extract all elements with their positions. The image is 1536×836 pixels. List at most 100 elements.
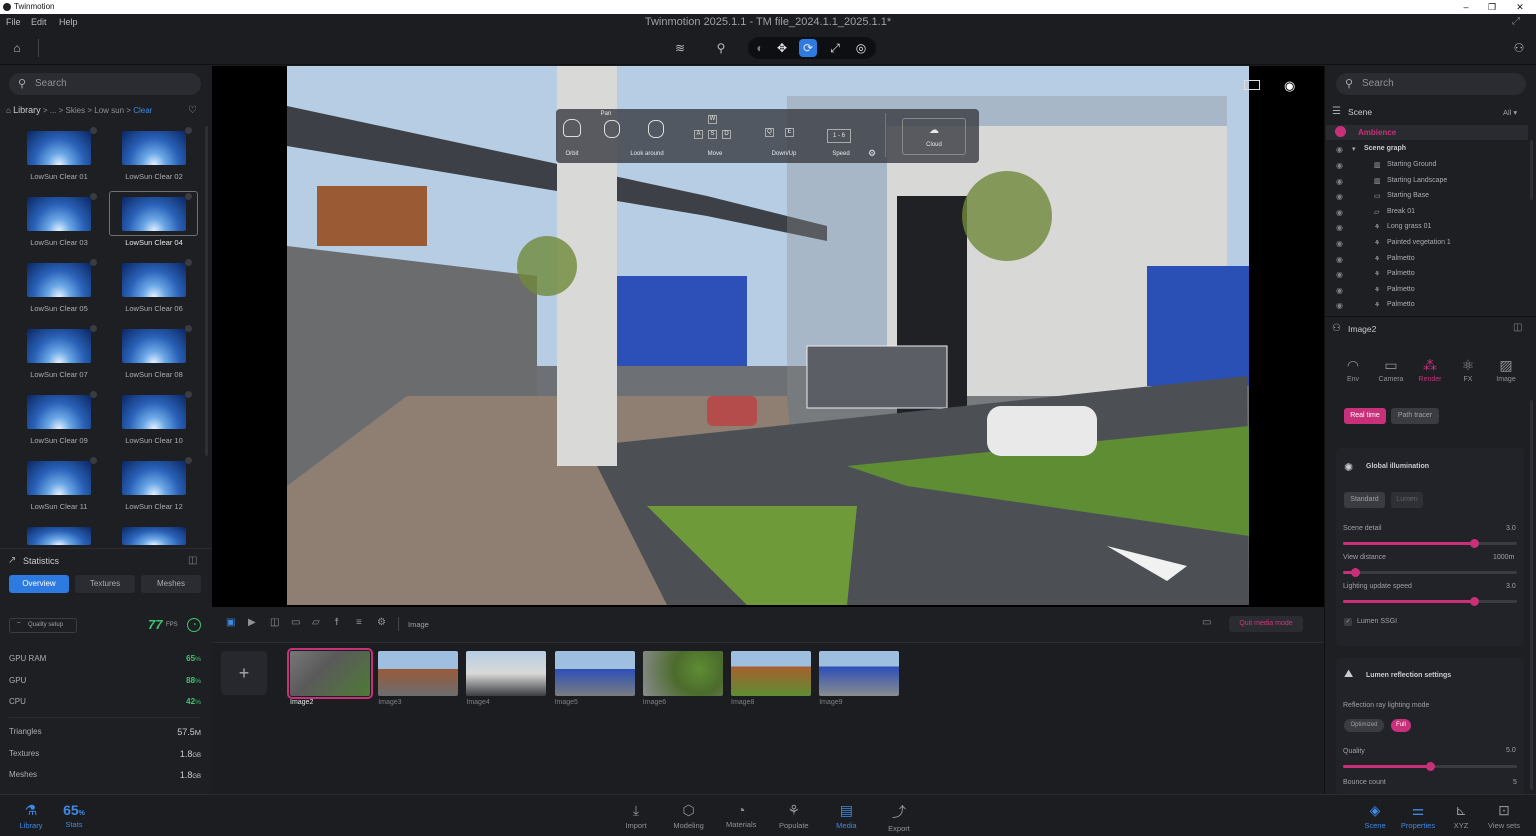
scene-item[interactable]: Palmetto (1387, 270, 1415, 277)
quit-media-mode-button[interactable]: Quit media mode (1229, 616, 1303, 632)
phasing-icon[interactable]: ▭ (291, 617, 300, 628)
visibility-eye-icon[interactable]: ◉ (1336, 270, 1343, 279)
quality-slider[interactable] (1343, 762, 1517, 771)
scene-detail-slider[interactable] (1343, 539, 1517, 548)
bottom-stats[interactable]: 65% Stats (49, 802, 99, 829)
breadcrumb-ellipsis[interactable]: ... (50, 106, 57, 115)
presentation-icon[interactable]: ▱ (312, 617, 320, 628)
person-icon[interactable]: ☨ (334, 617, 339, 628)
sky-thumbnail[interactable] (27, 329, 91, 363)
scene-search-input[interactable]: ⚲ Search (1336, 73, 1526, 95)
orbit-icon[interactable]: ⟳ (799, 39, 817, 57)
move-icon[interactable]: ✥ (773, 39, 791, 57)
gi-standard-button[interactable]: Standard (1344, 492, 1385, 508)
scene-item[interactable]: Starting Base (1387, 192, 1429, 199)
realtime-button[interactable]: Real time (1344, 408, 1386, 424)
favorite-dot-icon[interactable] (185, 325, 192, 332)
favorite-dot-icon[interactable] (90, 259, 97, 266)
bottom-populate[interactable]: ⚘ Populate (769, 802, 819, 830)
expand-icon[interactable]: ⤢ (1512, 16, 1520, 27)
bottom-import[interactable]: ⤓ Import (611, 802, 661, 830)
sky-thumbnail[interactable] (122, 263, 186, 297)
media-thumbnail[interactable] (642, 651, 723, 696)
visibility-eye-icon[interactable]: ◉ (1336, 208, 1343, 217)
sky-thumbnail[interactable] (27, 131, 91, 165)
favorite-dot-icon[interactable] (90, 325, 97, 332)
maximize-icon[interactable]: ❐ (1482, 0, 1502, 14)
close-icon[interactable]: ✕ (1510, 0, 1530, 14)
visibility-eye-icon[interactable]: ◉ (1336, 239, 1343, 248)
gear-icon[interactable]: ⚙ (868, 148, 876, 159)
favorite-dot-icon[interactable] (90, 391, 97, 398)
favorite-dot-icon[interactable] (185, 457, 192, 464)
sky-thumbnail[interactable] (122, 395, 186, 429)
breadcrumb-clear[interactable]: Clear (133, 106, 152, 115)
panel-toggle-icon[interactable]: ◫ (1513, 322, 1522, 333)
sky-thumbnail[interactable] (122, 461, 186, 495)
bottom-media[interactable]: ▤ Media (821, 802, 871, 830)
tab-render[interactable]: ⁂ Render (1413, 357, 1447, 383)
scene-item[interactable]: Starting Ground (1387, 161, 1436, 168)
image-mode-icon[interactable]: ▣ (226, 617, 235, 628)
scene-item[interactable]: Painted vegetation 1 (1387, 239, 1451, 246)
favorite-dot-icon[interactable] (90, 457, 97, 464)
bottom-export[interactable]: ⤴ Export (874, 802, 924, 833)
sky-thumbnail[interactable] (122, 197, 186, 231)
eye-icon[interactable]: ◉ (1284, 78, 1295, 94)
visibility-eye-icon[interactable]: ◉ (1336, 192, 1343, 201)
sky-thumbnail[interactable] (27, 395, 91, 429)
media-thumbnail[interactable] (287, 648, 373, 699)
media-thumbnail[interactable] (731, 651, 811, 696)
tab-textures[interactable]: Textures (75, 575, 135, 593)
breadcrumb-low-sun[interactable]: Low sun (94, 106, 124, 115)
favorite-icon[interactable]: ♡ (188, 105, 197, 116)
scene-scrollbar[interactable] (1530, 140, 1533, 200)
tab-env[interactable]: ◠ Env (1336, 357, 1370, 383)
sky-thumbnail[interactable] (122, 131, 186, 165)
favorite-dot-icon[interactable] (185, 391, 192, 398)
video-icon[interactable]: ▶ (248, 617, 256, 628)
ray-full-button[interactable]: Full (1391, 719, 1411, 732)
media-thumbnail[interactable] (554, 651, 635, 696)
sky-thumbnail[interactable] (27, 527, 91, 545)
settings-icon[interactable]: ⚙ (377, 617, 386, 628)
lighting-speed-slider[interactable] (1343, 597, 1517, 606)
scene-item[interactable]: Palmetto (1387, 286, 1415, 293)
tab-overview[interactable]: Overview (9, 575, 69, 593)
ssgi-checkbox[interactable]: ✓ (1344, 618, 1352, 626)
gi-lumen-button[interactable]: Lumen (1391, 492, 1423, 508)
minimize-icon[interactable]: – (1456, 0, 1476, 14)
tab-image[interactable]: ▨ Image (1489, 357, 1523, 383)
bottom-view-sets[interactable]: ⊡ View sets (1479, 802, 1529, 830)
visibility-eye-icon[interactable]: ◉ (1336, 177, 1343, 186)
favorite-dot-icon[interactable] (90, 127, 97, 134)
back-icon[interactable]: ◐ (751, 39, 769, 57)
visibility-eye-icon[interactable]: ◉ (1336, 223, 1343, 232)
favorite-dot-icon[interactable] (185, 259, 192, 266)
panel-toggle-icon[interactable]: ◫ (188, 555, 197, 566)
breadcrumb-skies[interactable]: Skies (66, 106, 86, 115)
home-icon[interactable]: ⌂ (8, 40, 26, 56)
media-thumbnail[interactable] (466, 651, 547, 696)
quality-setup-button[interactable]: ⌔ Quality setup (9, 618, 77, 633)
favorite-dot-icon[interactable] (185, 193, 192, 200)
breadcrumb-library[interactable]: Library (13, 105, 41, 115)
sky-thumbnail[interactable] (27, 461, 91, 495)
ambience-row[interactable] (1326, 125, 1528, 140)
visibility-eye-icon[interactable]: ◉ (1336, 255, 1343, 264)
scene-filter[interactable]: All ▾ (1503, 108, 1517, 117)
properties-scrollbar[interactable] (1530, 400, 1533, 790)
fit-icon[interactable]: ⤢ (826, 39, 844, 57)
path-tracer-button[interactable]: Path tracer (1391, 408, 1439, 424)
cloud-button[interactable]: ☁ Cloud (902, 118, 966, 155)
scene-item[interactable]: Starting Landscape (1387, 177, 1447, 184)
media-thumbnail[interactable] (819, 651, 900, 696)
visibility-eye-icon[interactable]: ◉ (1336, 301, 1343, 310)
globe-icon[interactable]: ◎ (852, 39, 870, 57)
sky-thumbnail[interactable] (27, 197, 91, 231)
batch-icon[interactable]: ≡ (356, 617, 362, 628)
scene-item[interactable]: Long grass 01 (1387, 223, 1431, 230)
aspect-ratio-icon[interactable] (1244, 80, 1260, 90)
favorite-dot-icon[interactable] (185, 127, 192, 134)
tab-fx[interactable]: ⚛ FX (1451, 357, 1485, 383)
